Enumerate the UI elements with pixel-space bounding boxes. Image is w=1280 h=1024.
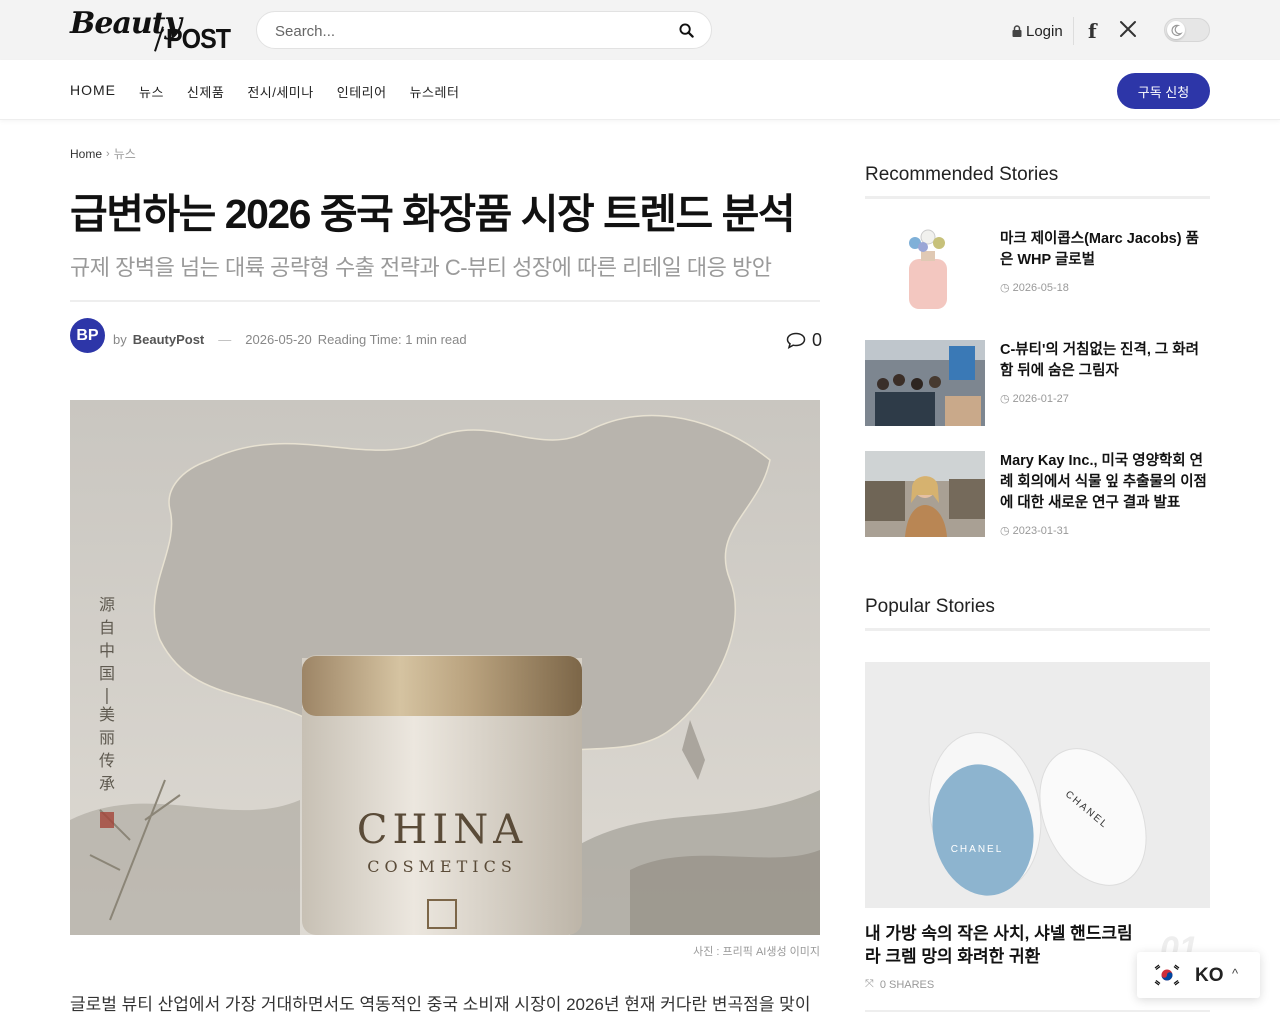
recommended-date: ◷ 2023-01-31 xyxy=(1000,524,1069,538)
breadcrumb-current[interactable]: 뉴스 xyxy=(114,145,136,162)
recommended-heading: Recommended Stories xyxy=(865,164,1059,185)
svg-text:国: 国 xyxy=(99,664,115,683)
recommended-date-text: 2023-01-31 xyxy=(1012,524,1069,537)
search-input[interactable] xyxy=(275,20,655,42)
nav-item-home[interactable]: HOME xyxy=(70,82,116,101)
article-subtitle: 규제 장벽을 넘는 대륙 공략형 수출 전략과 C-뷰티 성장에 따른 리테일 … xyxy=(70,255,772,280)
publish-date: 2026-05-20 xyxy=(245,332,312,347)
nav-item-interior[interactable]: 인테리어 xyxy=(337,82,387,101)
nav-item-exhibition[interactable]: 전시/세미나 xyxy=(247,82,313,101)
recommended-divider xyxy=(865,196,1210,199)
korea-flag-icon xyxy=(1152,963,1182,987)
comments-link[interactable]: 0 xyxy=(786,330,822,351)
hero-illustration: CHINA COSMETICS 源自中 国 |美 丽传承 xyxy=(70,400,820,935)
language-switcher[interactable]: KO ^ xyxy=(1137,952,1260,998)
reading-time: Reading Time: 1 min read xyxy=(317,332,467,347)
chevron-right-icon: › xyxy=(106,147,110,160)
hand-cream-illustration: CHANEL CHANEL xyxy=(865,662,1210,908)
hero-image: CHINA COSMETICS 源自中 国 | 美 丽传承 xyxy=(70,400,820,935)
main-nav: HOME 뉴스 신제품 전시/세미나 인테리어 뉴스레터 구독 신청 xyxy=(0,60,1280,120)
woman-portrait-thumb-illustration xyxy=(865,451,985,537)
language-code: KO xyxy=(1195,965,1224,986)
toggle-knob xyxy=(1167,21,1185,39)
article-title: 급변하는 2026 중국 화장품 시장 트렌드 분석 xyxy=(70,191,796,237)
popular-shares: ⤧ 0 SHARES xyxy=(865,978,934,991)
svg-text:承: 承 xyxy=(99,774,115,793)
popular-image[interactable]: CHANEL CHANEL xyxy=(865,662,1210,908)
hero-sub-text: COSMETICS xyxy=(367,857,517,876)
svg-text:源: 源 xyxy=(99,595,115,614)
svg-text:|: | xyxy=(104,685,109,704)
login-link[interactable]: Login xyxy=(1012,21,1063,41)
meta-dash: — xyxy=(218,332,232,347)
header-divider xyxy=(1073,17,1074,45)
share-icon: ⤧ xyxy=(865,978,874,990)
clock-icon: ◷ xyxy=(1000,393,1010,405)
recommended-thumb[interactable] xyxy=(865,340,985,426)
article-meta: by BeautyPost — 2026-05-20 Reading Time:… xyxy=(113,332,467,347)
popular-divider xyxy=(865,628,1210,631)
clock-icon: ◷ xyxy=(1000,525,1010,537)
svg-text:丽: 丽 xyxy=(99,728,115,747)
recommended-thumb[interactable] xyxy=(865,451,985,537)
recommended-title[interactable]: Mary Kay Inc., 미국 영양학회 연례 회의에서 식물 잎 추출물의… xyxy=(1000,451,1212,514)
article-body: 글로벌 뷰티 산업에서 가장 거대하면서도 역동적인 중국 소비재 시장이 20… xyxy=(70,990,820,1024)
perfume-thumb-illustration xyxy=(909,229,947,309)
breadcrumb: Home › 뉴스 xyxy=(70,145,136,162)
search-icon[interactable] xyxy=(679,23,694,38)
popular-bottom-divider xyxy=(865,1010,1210,1012)
nav-item-newsletter[interactable]: 뉴스레터 xyxy=(410,82,460,101)
popular-heading: Popular Stories xyxy=(865,596,995,617)
by-label: by xyxy=(113,332,127,347)
clock-icon: ◷ xyxy=(1000,282,1010,294)
nav-item-news[interactable]: 뉴스 xyxy=(139,82,164,101)
chevron-up-icon: ^ xyxy=(1232,966,1239,981)
shares-count: 0 SHARES xyxy=(879,978,935,991)
top-bar: Beauty POST Login f xyxy=(0,0,1280,60)
site-logo[interactable]: Beauty POST xyxy=(70,6,231,54)
x-twitter-icon[interactable] xyxy=(1119,20,1137,38)
hero-brand-text: CHINA xyxy=(357,807,527,853)
nav-menu: HOME 뉴스 신제품 전시/세미나 인테리어 뉴스레터 xyxy=(70,82,482,101)
recommended-title[interactable]: C-뷰티'의 거침없는 진격, 그 화려함 뒤에 숨은 그림자 xyxy=(1000,340,1212,382)
svg-text:自: 自 xyxy=(99,618,115,637)
recommended-date: ◷ 2026-05-18 xyxy=(1000,281,1069,295)
store-crowd-thumb-illustration xyxy=(865,340,985,426)
nav-item-new-products[interactable]: 신제품 xyxy=(187,82,224,101)
recommended-thumb[interactable] xyxy=(865,229,985,315)
breadcrumb-home[interactable]: Home xyxy=(70,147,102,161)
recommended-date: ◷ 2026-01-27 xyxy=(1000,392,1069,406)
title-divider xyxy=(70,300,820,302)
moon-icon xyxy=(1171,24,1183,36)
author-avatar[interactable]: BP xyxy=(70,318,105,353)
svg-text:传: 传 xyxy=(99,751,115,770)
recommended-title[interactable]: 마크 제이콥스(Marc Jacobs) 품은 WHP 글로벌 xyxy=(1000,229,1212,271)
recommended-date-text: 2026-01-27 xyxy=(1012,392,1069,405)
popular-title[interactable]: 내 가방 속의 작은 사치, 샤넬 핸드크림 라 크렘 망의 화려한 귀환 xyxy=(865,922,1135,968)
image-caption: 사진 : 프리픽 AI생성 이미지 xyxy=(693,946,820,958)
svg-text:中: 中 xyxy=(99,641,115,660)
dark-mode-toggle[interactable] xyxy=(1164,18,1210,42)
subscribe-button[interactable]: 구독 신청 xyxy=(1117,73,1210,109)
facebook-icon[interactable]: f xyxy=(1088,19,1097,43)
comment-icon xyxy=(786,332,806,349)
logo-script-text: Beauty xyxy=(70,6,182,41)
recommended-date-text: 2026-05-18 xyxy=(1012,281,1069,294)
author-name[interactable]: BeautyPost xyxy=(133,332,205,347)
search-box xyxy=(256,11,712,49)
body-paragraph: 글로벌 뷰티 산업에서 가장 거대하면서도 역동적인 중국 소비재 시장이 20… xyxy=(70,995,811,1014)
lock-icon xyxy=(1012,25,1022,37)
svg-text:美: 美 xyxy=(99,705,115,724)
comment-count: 0 xyxy=(812,330,823,350)
popular-image-text-1: CHANEL xyxy=(951,844,1004,855)
logo-post-text: POST xyxy=(166,23,231,55)
login-label: Login xyxy=(1026,22,1063,40)
